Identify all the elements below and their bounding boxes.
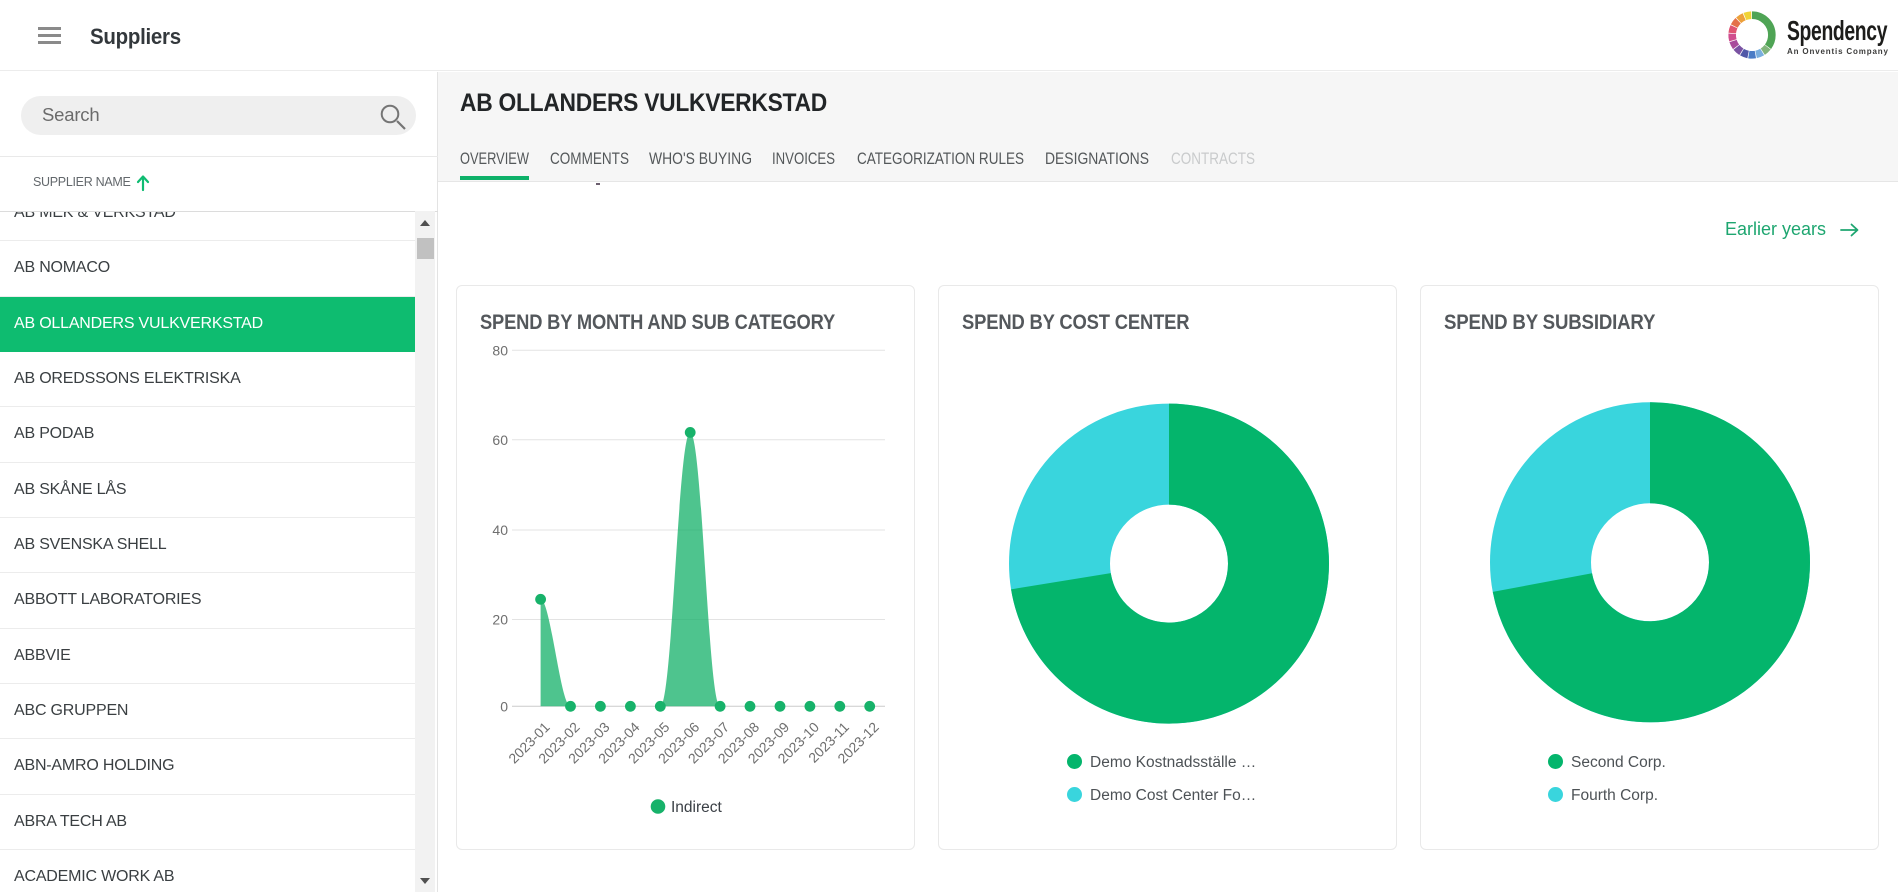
svg-text:40: 40	[492, 522, 508, 538]
svg-text:60: 60	[492, 432, 508, 448]
svg-text:20: 20	[492, 612, 508, 628]
svg-text:Indirect: Indirect	[671, 799, 723, 816]
svg-text:80: 80	[492, 342, 508, 358]
svg-text:0: 0	[500, 698, 508, 714]
